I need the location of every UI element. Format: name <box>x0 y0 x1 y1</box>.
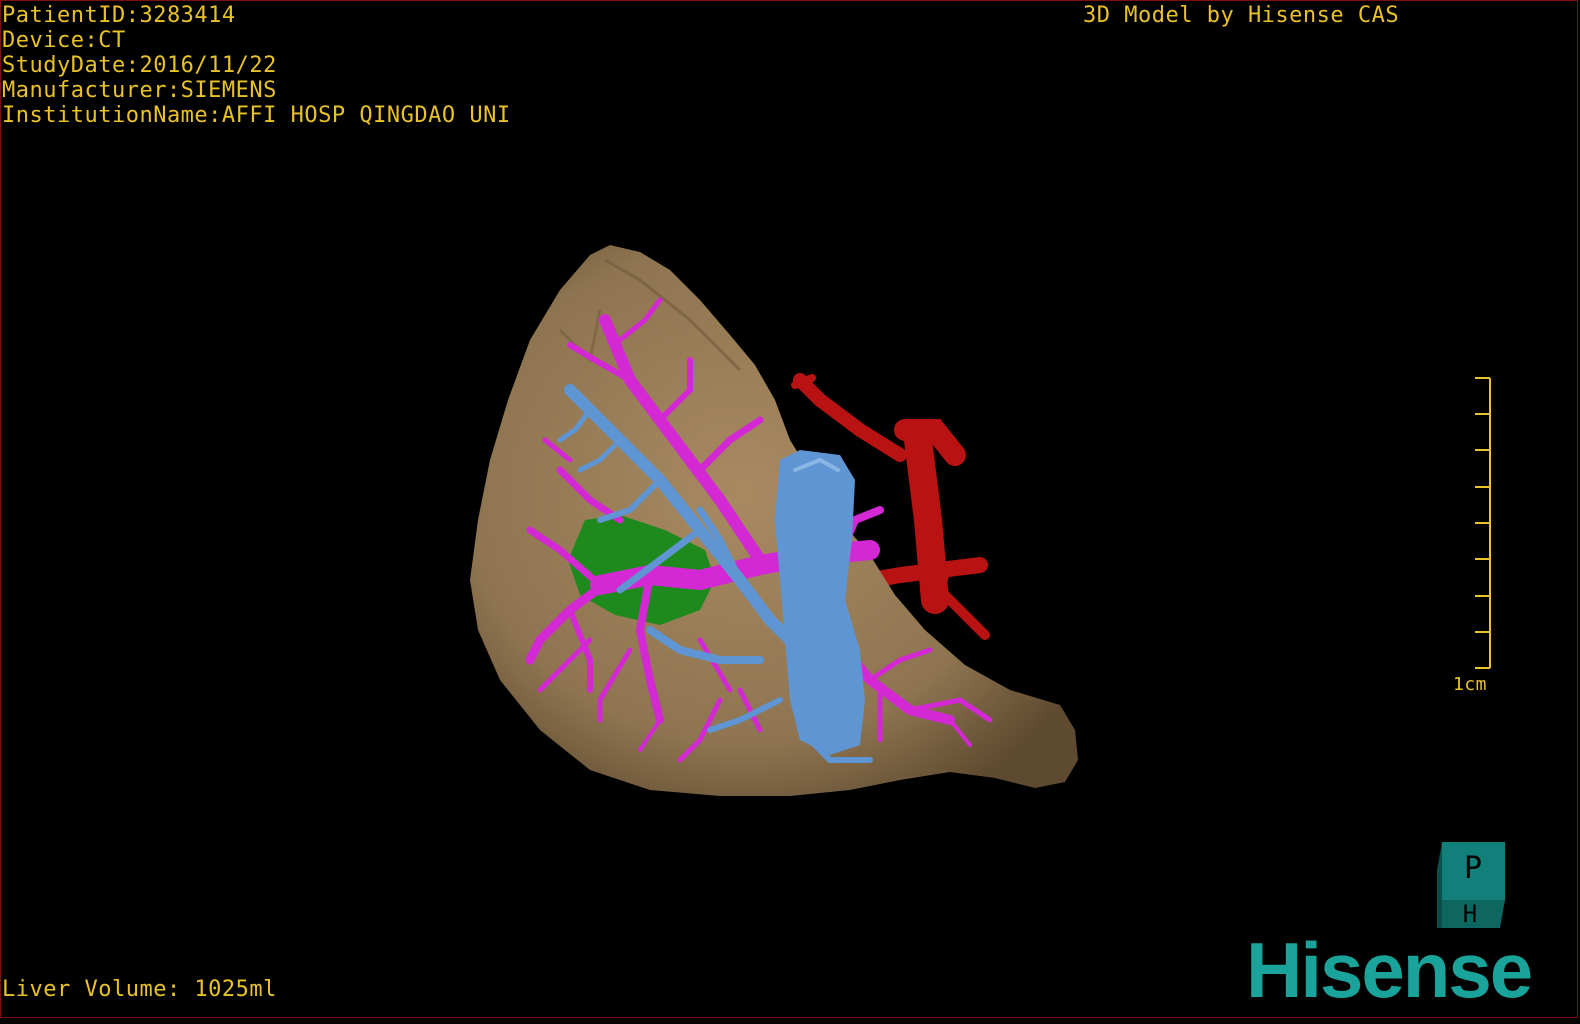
logo-cube-front-letter: H <box>1463 900 1477 928</box>
scale-bar-label: 1cm <box>1453 674 1488 695</box>
liver-volume-text: Liver Volume: 1025ml <box>2 977 277 1002</box>
patient-id-text: PatientID:3283414 <box>2 3 236 28</box>
hisense-cube-logo: P H <box>1437 842 1505 928</box>
model-credit-text: 3D Model by Hisense CAS <box>1083 3 1400 28</box>
institution-text: InstitutionName:AFFI HOSP QINGDAO UNI <box>2 103 511 128</box>
dicom-info-overlay: PatientID:3283414 Device:CT StudyDate:2016… <box>2 3 511 128</box>
3d-viewport[interactable]: P H <box>0 0 1580 1020</box>
scale-bar <box>1475 377 1491 669</box>
study-date-text: StudyDate:2016/11/22 <box>2 53 277 78</box>
manufacturer-text: Manufacturer:SIEMENS <box>2 78 277 103</box>
device-text: Device:CT <box>2 28 126 53</box>
hisense-brand-logo: Hisense <box>1246 926 1533 1014</box>
logo-cube-top-letter: P <box>1464 851 1482 886</box>
liver-3d-model[interactable]: P H <box>0 0 1580 1020</box>
liver-model <box>470 245 1078 796</box>
